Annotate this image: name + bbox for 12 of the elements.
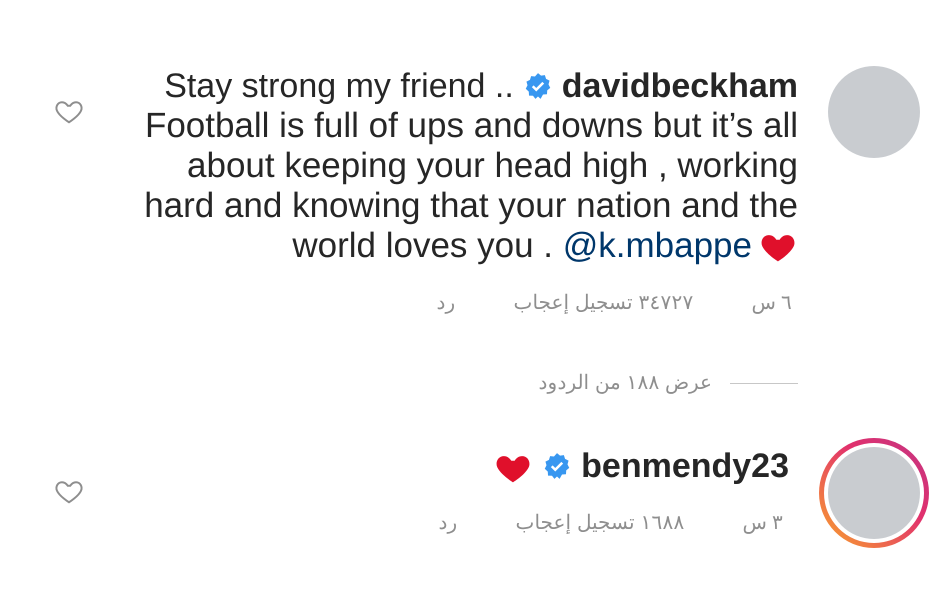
comment-text: Stay strong my friend .. [164,66,514,106]
comment-time: ٦ س [751,291,792,316]
view-replies-link[interactable]: عرض ١٨٨ من الردود [538,368,712,398]
mention-link[interactable]: @k.mbappe [562,226,752,265]
like-count[interactable]: ٣٤٧٢٧ تسجيل إعجاب [513,288,694,318]
reply-link[interactable]: رد [438,508,458,538]
reply-link[interactable]: رد [436,288,456,318]
like-count[interactable]: ١٦٨٨ تسجيل إعجاب [515,508,684,538]
username[interactable]: benmendy23 [581,446,789,486]
comment-time: ٣ س [742,511,783,536]
comment-text: Football is full of ups and downs but it’s all about keeping your head high , working hard and knowing that your nation and the world loves you . @k.mbappe [143,106,798,266]
username[interactable]: davidbeckham [562,66,798,106]
